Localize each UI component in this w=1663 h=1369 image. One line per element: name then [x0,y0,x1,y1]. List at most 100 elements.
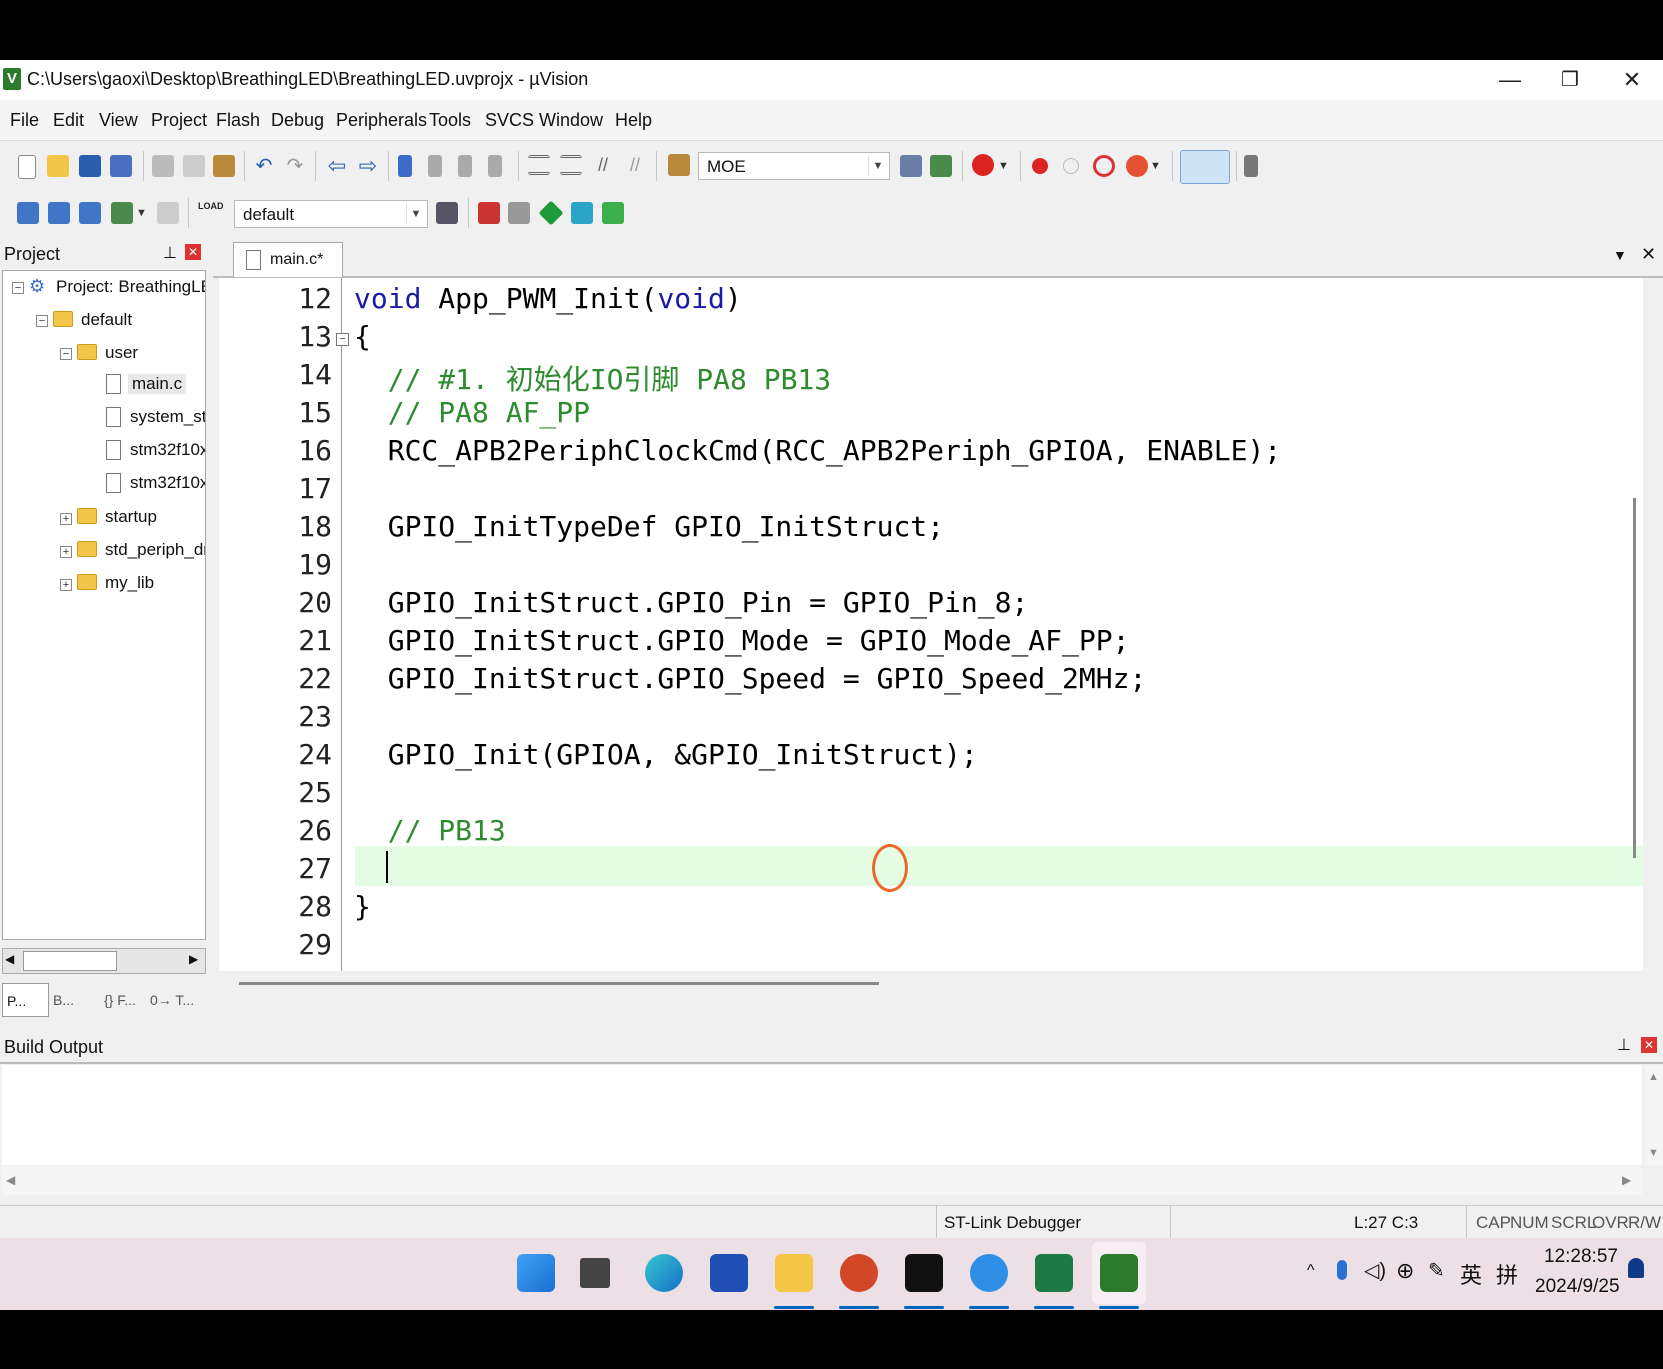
collapse-icon[interactable]: − [36,315,48,327]
pin-icon[interactable]: ⊥ [1617,1035,1631,1055]
speaker-icon[interactable]: ◁) [1364,1258,1386,1283]
notification-bell-icon[interactable] [1628,1258,1644,1278]
tree-project-root[interactable]: Project: BreathingLED [56,277,205,297]
tab-list-chevron-icon[interactable]: ▼ [1613,247,1627,263]
tree-hscrollbar[interactable]: ◀ ▶ [2,948,206,974]
tree-file-stm32-1[interactable]: stm32f10x [130,440,205,460]
paste-icon[interactable] [213,155,235,177]
clock-time[interactable]: 12:28:57 [1544,1246,1618,1268]
run-time-env-icon[interactable] [602,202,624,224]
code-editor[interactable]: − 12 void App_PWM_Init(void) 13 { 14 // … [219,278,1643,971]
scroll-left-icon[interactable]: ◀ [6,1173,15,1187]
navigate-back-icon[interactable]: ⇦ [326,155,348,177]
fold-collapse-icon[interactable]: − [336,333,349,346]
close-button[interactable]: ✕ [1602,64,1662,96]
tab-project[interactable]: P... [2,983,49,1017]
screen-recorder-icon[interactable] [905,1254,943,1292]
menu-view[interactable]: View [99,110,138,131]
batch-build-icon[interactable] [111,202,133,224]
close-icon[interactable]: ✕ [1641,1037,1657,1053]
file-extensions-icon[interactable] [478,202,500,224]
save-all-icon[interactable] [110,155,132,177]
edge-browser-icon[interactable] [645,1254,683,1292]
build-output-vscroll[interactable]: ▲ ▼ [1645,1065,1663,1165]
translate-icon[interactable] [17,202,39,224]
chevron-down-icon[interactable]: ▼ [136,202,158,224]
microphone-icon[interactable] [1337,1260,1347,1280]
editor-hscrollbar[interactable] [219,978,1643,1018]
tree-group-user[interactable]: user [105,343,138,363]
indent-icon[interactable] [528,155,550,175]
tray-chevron-icon[interactable]: ^ [1307,1262,1315,1280]
tree-target-default[interactable]: default [81,310,132,330]
tab-templates[interactable]: 0→ T... [150,985,200,1015]
menu-window[interactable]: Window [539,110,603,131]
chevron-down-icon[interactable]: ▼ [406,204,425,224]
close-icon[interactable]: ✕ [185,244,201,260]
window-layout-icon[interactable] [1180,150,1230,184]
next-bookmark-icon[interactable] [458,155,472,177]
menu-file[interactable]: File [10,110,39,131]
manage-project-items-icon[interactable] [508,202,530,224]
bookmark-icon[interactable] [398,155,412,177]
minimize-button[interactable]: — [1480,64,1540,96]
pen-icon[interactable]: ✎ [1428,1258,1445,1283]
rebuild-icon[interactable] [79,202,101,224]
tree-file-system[interactable]: system_st [130,407,205,427]
manage-rte-icon[interactable] [571,202,593,224]
scroll-thumb[interactable] [23,951,117,971]
collapse-icon[interactable]: − [12,282,24,294]
tab-books[interactable]: B... [53,985,99,1015]
find-combo[interactable]: MOE ▼ [698,152,890,180]
navigate-forward-icon[interactable]: ⇨ [357,155,379,177]
chevron-down-icon[interactable]: ▼ [998,155,1020,177]
stop-build-icon[interactable] [157,202,179,224]
download-icon[interactable]: LOAD [198,200,224,228]
menu-project[interactable]: Project [151,110,207,131]
file-explorer-icon[interactable] [775,1254,813,1292]
build-icon[interactable] [48,202,70,224]
menu-peripherals[interactable]: Peripherals [336,110,427,131]
tree-group-startup[interactable]: startup [105,507,157,527]
ime-language[interactable]: 英 [1460,1258,1482,1290]
tab-functions[interactable]: {} F... [104,985,144,1015]
ime-mode[interactable]: 拼 [1496,1258,1518,1290]
disable-all-breakpoints-icon[interactable] [1126,155,1148,177]
pin-icon[interactable]: ⊥ [163,243,177,263]
build-output-text[interactable] [2,1065,1642,1165]
chevron-down-icon[interactable]: ▼ [1150,155,1172,177]
debug-session-icon[interactable] [972,154,994,176]
editor-vscroll-thumb[interactable] [1633,498,1636,858]
tree-group-std-periph[interactable]: std_periph_dr [105,540,205,560]
todo-app-icon[interactable] [710,1254,748,1292]
collapse-icon[interactable]: − [60,348,72,360]
incremental-find-icon[interactable] [930,155,952,177]
expand-icon[interactable]: + [60,513,72,525]
new-file-icon[interactable] [18,155,36,179]
editor-hscroll-thumb[interactable] [239,982,879,985]
start-button-icon[interactable] [517,1254,555,1292]
uvision-taskbar-icon[interactable] [1100,1254,1138,1292]
open-folder-icon[interactable] [47,155,69,177]
menu-svcs[interactable]: SVCS [485,110,534,131]
powerpoint-icon[interactable] [840,1254,878,1292]
unindent-icon[interactable] [560,155,582,175]
tree-group-my-lib[interactable]: my_lib [105,573,154,593]
target-options-icon[interactable] [436,202,458,224]
clock-date[interactable]: 2024/9/25 [1535,1276,1620,1298]
configure-icon[interactable] [1244,155,1258,177]
save-icon[interactable] [79,155,101,177]
menu-edit[interactable]: Edit [53,110,84,131]
find-in-files-icon[interactable] [668,154,690,176]
restore-button[interactable]: ❐ [1540,64,1600,96]
target-select[interactable]: default ▼ [234,200,428,228]
chevron-down-icon[interactable]: ▼ [868,156,887,176]
menu-flash[interactable]: Flash [216,110,260,131]
build-output-hscroll[interactable]: ◀ ▶ [2,1167,1642,1195]
comment-icon[interactable]: // [592,155,614,177]
redo-icon[interactable]: ↷ [284,155,306,177]
scroll-down-icon[interactable]: ▼ [1648,1147,1659,1159]
tree-file-stm32-2[interactable]: stm32f10x [130,473,205,493]
disable-breakpoint-icon[interactable] [1063,158,1079,174]
menu-help[interactable]: Help [615,110,652,131]
